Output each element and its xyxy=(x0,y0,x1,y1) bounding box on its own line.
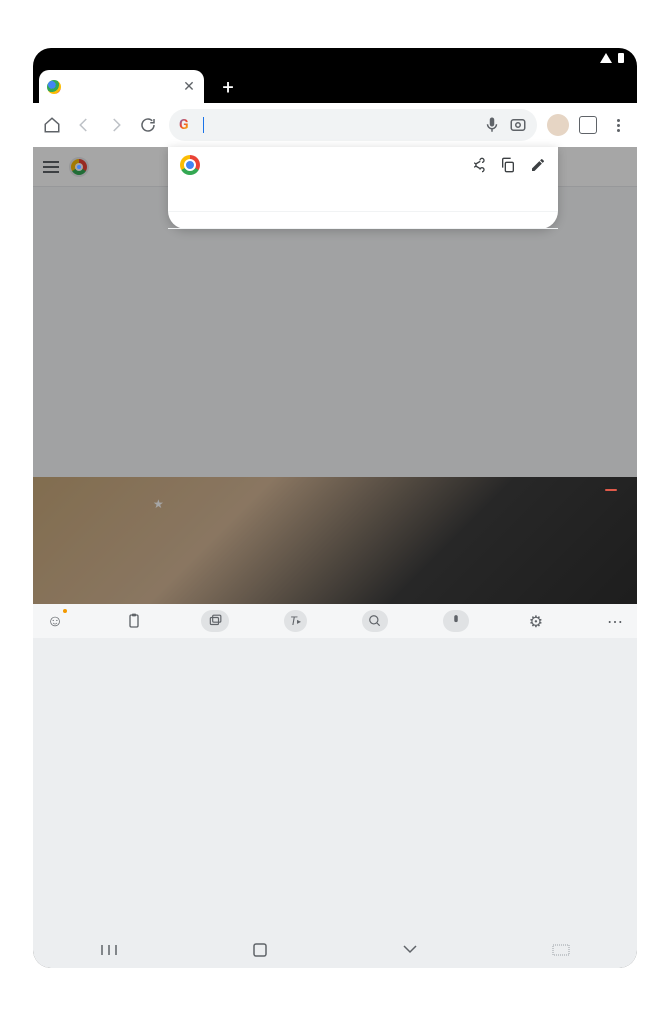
menu-button[interactable] xyxy=(607,114,629,136)
tab-favicon xyxy=(47,80,61,94)
clipboard-icon[interactable] xyxy=(122,609,146,633)
close-tab-icon[interactable]: ✕ xyxy=(182,80,196,94)
recent-suggestions xyxy=(168,228,558,229)
new-tab-button[interactable]: + xyxy=(216,75,240,99)
omnibox[interactable]: G xyxy=(169,109,537,141)
keyboard xyxy=(33,638,637,932)
settings-icon[interactable]: ⚙ xyxy=(524,609,548,633)
search-icon[interactable] xyxy=(362,610,388,632)
lens-icon[interactable] xyxy=(509,116,527,134)
text-icon[interactable]: T▸ xyxy=(284,610,307,632)
system-navbar xyxy=(33,932,637,968)
status-bar xyxy=(33,48,637,68)
related-label xyxy=(168,195,558,211)
tab-switcher-button[interactable] xyxy=(579,116,597,134)
home-button[interactable] xyxy=(41,114,63,136)
mic-icon[interactable] xyxy=(443,610,469,632)
profile-avatar[interactable] xyxy=(547,114,569,136)
emoji-icon[interactable]: ☺ xyxy=(43,609,67,633)
omnibox-popup xyxy=(168,147,558,229)
back-button-nav[interactable] xyxy=(402,944,418,956)
reload-button[interactable] xyxy=(137,114,159,136)
keyboard-toolbar: ☺ T▸ ⚙ ⋯ xyxy=(33,604,637,638)
edit-icon[interactable] xyxy=(530,157,546,173)
page-favicon xyxy=(180,155,200,175)
copy-icon[interactable] xyxy=(500,157,516,173)
address-input[interactable] xyxy=(214,118,475,133)
share-icon[interactable] xyxy=(470,157,486,173)
browser-tab[interactable]: ✕ xyxy=(39,70,204,103)
tab-strip: ✕ + xyxy=(33,68,637,103)
more-icon[interactable]: ⋯ xyxy=(603,609,627,633)
back-button[interactable] xyxy=(73,114,95,136)
google-logo-icon: G xyxy=(179,117,195,133)
toolbar: G xyxy=(33,103,637,147)
home-button-nav[interactable] xyxy=(252,942,268,958)
stack-icon[interactable] xyxy=(201,610,229,632)
shortcuts-row xyxy=(168,183,558,195)
forward-button[interactable] xyxy=(105,114,127,136)
voice-search-icon[interactable] xyxy=(483,116,501,134)
recent-label xyxy=(168,212,558,228)
keyboard-toggle-icon[interactable] xyxy=(552,944,570,956)
bookmark-badge xyxy=(605,489,617,491)
recents-button[interactable] xyxy=(100,943,118,957)
